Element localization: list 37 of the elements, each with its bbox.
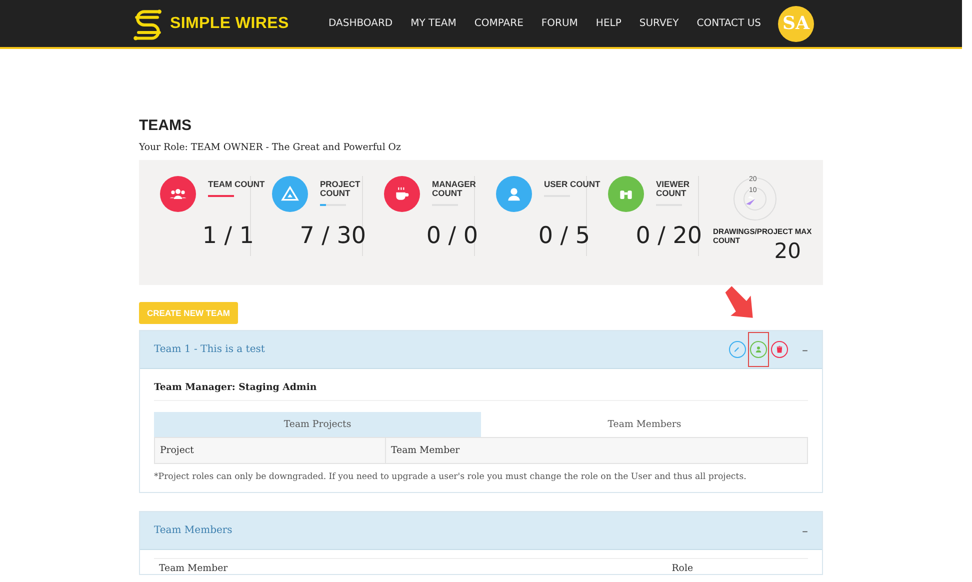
nav-link[interactable]: CONTACT US [688, 18, 770, 29]
page-title: TEAMS [139, 117, 192, 134]
panel-title: Team Members [154, 525, 232, 536]
nav-link[interactable]: COMPARE [465, 18, 532, 29]
person-icon [754, 345, 763, 354]
tab[interactable]: Team Projects [154, 412, 481, 437]
column-header: Team Member [159, 563, 228, 574]
pencil-icon [733, 345, 742, 354]
stat-value: 0 / 0 [425, 223, 479, 251]
role-text: Your Role: TEAM OWNER - The Great and Powerful Oz [139, 142, 402, 153]
stat-label: TEAM COUNT [208, 180, 266, 189]
column-header: Role [672, 563, 693, 574]
nav-link[interactable]: SURVEY [630, 18, 688, 29]
brand-name[interactable]: SIMPLE WIRES [170, 14, 289, 32]
nav-link[interactable]: DASHBOARD [319, 18, 402, 29]
trash-icon [775, 345, 784, 354]
stat-value: 7 / 30 [298, 223, 367, 251]
stat-value: 1 / 1 [201, 223, 255, 251]
collapse-toggle[interactable]: – [802, 342, 808, 356]
edit-button[interactable] [729, 341, 746, 358]
column-header: Project [155, 438, 386, 463]
note-text: *Project roles can only be downgraded. If you need to upgrade a user's role you must change the role on the User and thus all projects. [154, 472, 748, 482]
panel-title: Team 1 - This is a test [154, 344, 265, 355]
stat-label: VIEWER COUNT [656, 180, 691, 198]
stat-label: USER COUNT [544, 180, 602, 189]
team-manager-text: Team Manager: Staging Admin [154, 382, 808, 401]
panel-header[interactable]: Team Members – [140, 512, 822, 550]
nav-link[interactable]: MY TEAM [402, 18, 466, 29]
stat-label: MANAGER COUNT [432, 180, 477, 198]
delete-button[interactable] [771, 341, 788, 358]
nav-link[interactable]: HELP [586, 18, 630, 29]
stat-label: PROJECT COUNT [320, 180, 362, 198]
nav-link[interactable]: FORUM [532, 18, 587, 29]
stat-value: 0 / 5 [537, 223, 591, 251]
collapse-toggle[interactable]: – [802, 524, 808, 538]
add-user-button[interactable] [748, 332, 769, 367]
column-header: Team Member [390, 444, 461, 458]
